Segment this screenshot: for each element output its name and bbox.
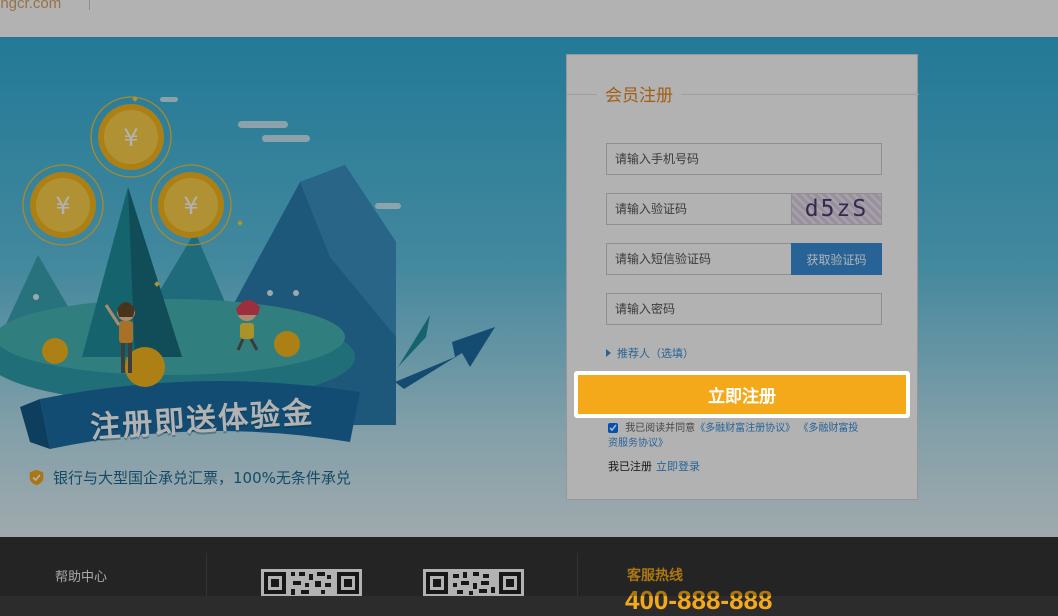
shield-icon: [29, 469, 44, 486]
captcha-input[interactable]: [607, 194, 791, 224]
password-input[interactable]: [607, 294, 881, 324]
caret-right-icon: [606, 349, 611, 357]
register-card: 会员注册 d5zS 获取验证码 推荐人（选填） 我已阅读并同意《多融财富注册协议…: [566, 54, 919, 500]
referrer-toggle[interactable]: 推荐人（选填）: [606, 345, 694, 361]
sms-code-field[interactable]: [606, 243, 792, 275]
hero-banner: ¥ ¥ ¥ 注册即送体验金 银行与大型国企承兑汇票，100%无条件承兑 会员注册…: [0, 37, 1058, 537]
password-field[interactable]: [606, 293, 882, 325]
qr-code-app: [261, 569, 362, 596]
register-agreement-link[interactable]: 《多融财富注册协议》: [695, 423, 795, 434]
header-divider: [89, 0, 90, 10]
guarantee-text: 银行与大型国企承兑汇票，100%无条件承兑: [53, 469, 351, 487]
login-line: 我已注册 立即登录: [608, 458, 700, 474]
captcha-field[interactable]: [606, 193, 792, 225]
coin-symbol-3: ¥: [183, 192, 198, 220]
footer: 帮助中心 客服热线 400-888-888: [0, 537, 1058, 615]
site-logo-text[interactable]: ongcr.com: [0, 0, 61, 12]
captcha-image[interactable]: d5zS: [791, 193, 882, 225]
top-header: ongcr.com: [0, 0, 1058, 37]
login-link[interactable]: 立即登录: [656, 460, 700, 473]
phone-input[interactable]: [607, 144, 881, 174]
login-prompt: 我已注册: [608, 460, 652, 473]
hero-illustration: ¥ ¥ ¥: [0, 96, 495, 449]
help-center-link[interactable]: 帮助中心: [55, 566, 107, 585]
coin-symbol-1: ¥: [123, 124, 138, 152]
qr-code-wechat: [423, 569, 524, 596]
agree-checkbox[interactable]: [608, 423, 618, 433]
hotline-number: 400-888-888: [625, 585, 773, 615]
footer-divider: [577, 553, 578, 596]
agreement-line: 我已阅读并同意《多融财富注册协议》 《多融财富投资服务协议》: [608, 421, 868, 451]
footer-divider: [206, 553, 207, 596]
hotline-label: 客服热线: [627, 568, 683, 584]
register-submit-button[interactable]: 立即注册: [574, 371, 910, 418]
guarantee-line: 银行与大型国企承兑汇票，100%无条件承兑: [28, 467, 351, 488]
get-sms-code-button[interactable]: 获取验证码: [791, 243, 882, 275]
referrer-label: 推荐人（选填）: [617, 347, 694, 360]
register-title: 会员注册: [597, 81, 681, 106]
phone-field[interactable]: [606, 143, 882, 175]
agree-prefix: 我已阅读并同意: [625, 423, 696, 434]
coin-symbol-2: ¥: [55, 192, 70, 220]
sms-code-input[interactable]: [607, 244, 791, 274]
